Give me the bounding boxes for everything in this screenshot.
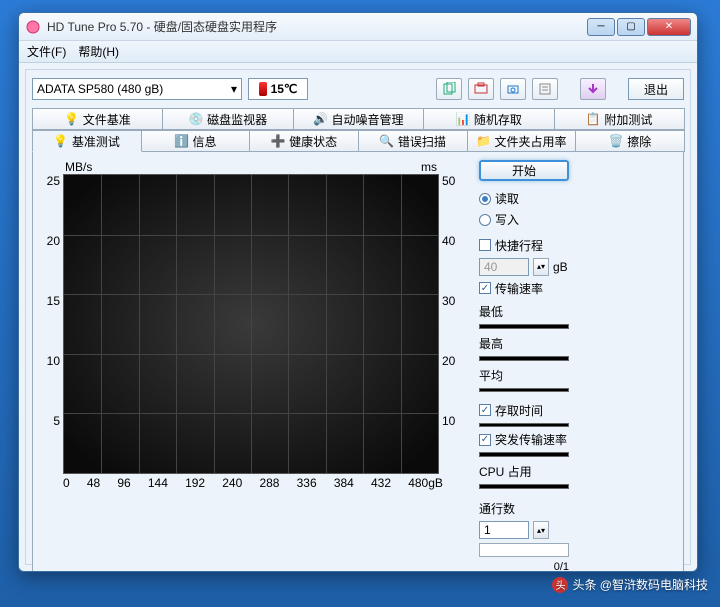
toolbar: ADATA SP580 (480 gB) ▾ 15℃ 退出 (32, 76, 684, 102)
quick-stroke-spinner[interactable]: ▴▾ (533, 258, 549, 276)
progress-bar (479, 543, 569, 557)
passes-spinner[interactable]: ▴▾ (533, 521, 549, 539)
app-icon (25, 19, 41, 35)
tabs: 💡文件基准 💿磁盘监视器 🔊自动噪音管理 📊随机存取 📋附加测试 💡基准测试 ℹ… (32, 108, 684, 572)
label-avg: 平均 (479, 367, 675, 384)
tab-info[interactable]: ℹ️信息 (141, 130, 251, 152)
erase-icon: 🗑️ (609, 134, 623, 148)
test-icon: 📋 (586, 112, 600, 126)
y-axis-right: 5040302010 (439, 174, 461, 474)
tab-error-scan[interactable]: 🔍错误扫描 (358, 130, 468, 152)
maximize-button[interactable]: ▢ (617, 18, 645, 36)
radio-read[interactable]: 读取 (479, 190, 675, 207)
watermark-text: 头条 @智浒数码电脑科技 (572, 576, 708, 593)
check-burst-rate[interactable]: 突发传输速率 (479, 431, 675, 448)
check-access-time[interactable]: 存取时间 (479, 402, 675, 419)
benchmark-chart: MB/s ms 252015105 5 (41, 160, 461, 572)
menu-help[interactable]: 帮助(H) (78, 43, 119, 60)
chevron-down-icon: ▾ (231, 82, 237, 96)
radio-write[interactable]: 写入 (479, 211, 675, 228)
thermometer-icon (259, 82, 267, 96)
tab-folder-usage[interactable]: 📁文件夹占用率 (467, 130, 577, 152)
watermark-icon: 头 (552, 577, 568, 593)
menubar: 文件(F) 帮助(H) (19, 41, 697, 63)
check-transfer-rate[interactable]: 传输速率 (479, 280, 675, 297)
label-passes: 通行数 (479, 500, 675, 517)
tab-erase[interactable]: 🗑️擦除 (575, 130, 685, 152)
disk-icon: 💿 (189, 112, 203, 126)
device-dropdown[interactable]: ADATA SP580 (480 gB) ▾ (32, 78, 242, 100)
tab-aam[interactable]: 🔊自动噪音管理 (293, 108, 424, 130)
window-title: HD Tune Pro 5.70 - 硬盘/固态硬盘实用程序 (47, 18, 585, 35)
value-burst-rate (479, 452, 569, 457)
quick-stroke-value: 40 (479, 258, 529, 276)
content-area: ADATA SP580 (480 gB) ▾ 15℃ 退出 (19, 63, 697, 571)
exit-button[interactable]: 退出 (628, 78, 684, 100)
label-min: 最低 (479, 303, 675, 320)
value-access-time (479, 423, 569, 428)
copy-info-button[interactable] (436, 78, 462, 100)
label-max: 最高 (479, 335, 675, 352)
tab-content: MB/s ms 252015105 5 (32, 152, 684, 572)
close-button[interactable]: ✕ (647, 18, 691, 36)
start-button[interactable]: 开始 (479, 160, 569, 181)
y-right-label: ms (421, 160, 437, 174)
plot-area (63, 174, 439, 474)
random-icon: 📊 (456, 112, 470, 126)
bulb-icon: 💡 (54, 134, 68, 148)
value-max (479, 356, 569, 361)
bulb-icon: 💡 (65, 112, 79, 126)
progress-text: 0/1 (479, 561, 569, 572)
quick-unit: gB (553, 260, 568, 274)
tab-random-access[interactable]: 📊随机存取 (423, 108, 554, 130)
copy-screenshot-button[interactable] (468, 78, 494, 100)
app-window: HD Tune Pro 5.70 - 硬盘/固态硬盘实用程序 ─ ▢ ✕ 文件(… (18, 12, 698, 572)
save-button[interactable] (580, 78, 606, 100)
menu-file[interactable]: 文件(F) (27, 43, 66, 60)
y-left-label: MB/s (65, 160, 92, 174)
tab-file-benchmark[interactable]: 💡文件基准 (32, 108, 163, 130)
x-axis: 04896144192240288336384432480gB (41, 474, 461, 490)
health-icon: ➕ (271, 134, 285, 148)
save-screenshot-button[interactable] (500, 78, 526, 100)
options-button[interactable] (532, 78, 558, 100)
folder-icon: 📁 (477, 134, 491, 148)
tab-health[interactable]: ➕健康状态 (249, 130, 359, 152)
scan-icon: 🔍 (380, 134, 394, 148)
tab-benchmark[interactable]: 💡基准测试 (32, 130, 142, 152)
check-quick-stroke[interactable]: 快捷行程 (479, 237, 675, 254)
value-min (479, 324, 569, 329)
temperature-value: 15℃ (271, 82, 298, 96)
controls-panel: 开始 读取 写入 快捷行程 40 ▴▾ gB 传输速率 最低 (461, 160, 675, 572)
passes-value[interactable]: 1 (479, 521, 529, 539)
tab-extra-tests[interactable]: 📋附加测试 (554, 108, 685, 130)
watermark: 头 头条 @智浒数码电脑科技 (552, 576, 708, 593)
value-cpu (479, 484, 569, 489)
minimize-button[interactable]: ─ (587, 18, 615, 36)
label-cpu: CPU 占用 (479, 463, 675, 480)
info-icon: ℹ️ (175, 134, 189, 148)
value-avg (479, 388, 569, 393)
temperature-display: 15℃ (248, 78, 308, 100)
titlebar: HD Tune Pro 5.70 - 硬盘/固态硬盘实用程序 ─ ▢ ✕ (19, 13, 697, 41)
speaker-icon: 🔊 (314, 112, 328, 126)
tab-disk-monitor[interactable]: 💿磁盘监视器 (162, 108, 293, 130)
device-selected: ADATA SP580 (480 gB) (37, 82, 163, 96)
y-axis-left: 252015105 (41, 174, 63, 474)
